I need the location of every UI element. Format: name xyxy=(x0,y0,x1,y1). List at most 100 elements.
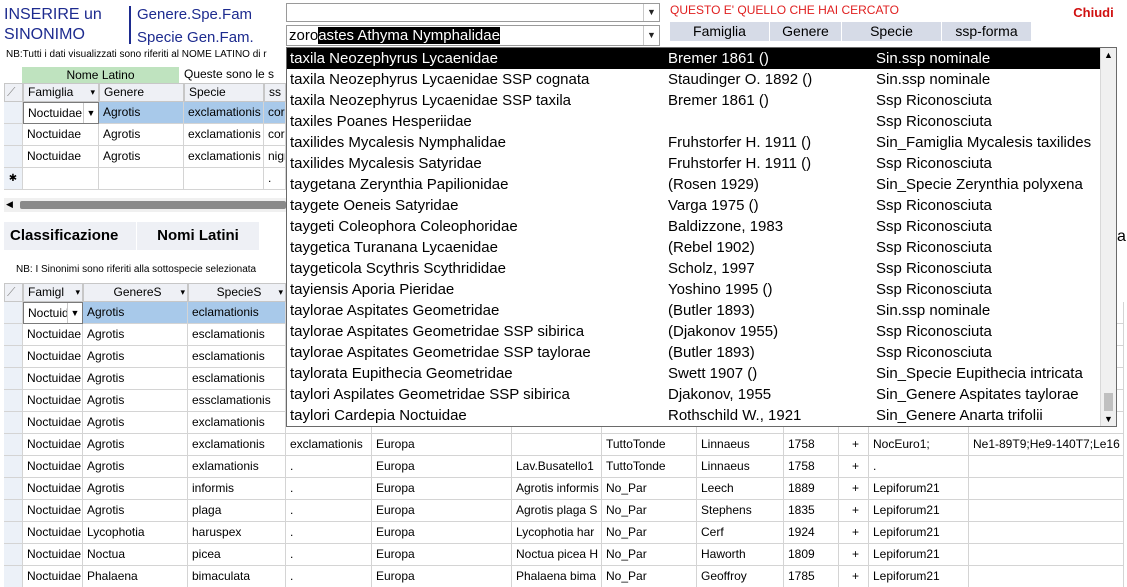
cell-area[interactable]: Europa xyxy=(372,500,512,522)
chevron-down-icon[interactable]: ▼ xyxy=(643,4,659,21)
cell-famiglia[interactable]: Noctuidae xyxy=(23,566,83,587)
cell-specie[interactable]: plaga xyxy=(188,500,286,522)
cell-genere[interactable]: Agrotis xyxy=(99,146,184,168)
col-famiglia[interactable]: Famiglia ▾ xyxy=(23,83,99,102)
cell-specie[interactable]: exclamationis xyxy=(184,146,264,168)
cell-genere[interactable]: Noctua xyxy=(83,544,188,566)
cell-sottospecie[interactable]: . xyxy=(286,500,372,522)
table-row[interactable]: Noctuidae Agrotis exclamationis cor xyxy=(4,124,286,146)
cell-note[interactable] xyxy=(969,544,1124,566)
cell-ssp[interactable]: cor xyxy=(264,102,286,124)
col-specie-s[interactable]: SpecieS ▾ xyxy=(188,283,286,302)
cell-genere[interactable]: Lycophotia xyxy=(83,522,188,544)
filter-icon[interactable]: ▾ xyxy=(180,284,185,301)
cell-riferimento[interactable]: Lav.Busatello1 xyxy=(512,456,602,478)
dropdown-item[interactable]: taxilides Mycalesis Satyridae Fruhstorfer… xyxy=(287,153,1100,174)
cell-specie[interactable]: informis xyxy=(188,478,286,500)
cell-famiglia[interactable]: Noctuidae xyxy=(23,412,83,434)
row-selector[interactable] xyxy=(4,368,23,390)
col-specie[interactable]: Specie xyxy=(184,83,264,102)
cell-autore[interactable]: Stephens xyxy=(697,500,784,522)
cell-specie[interactable]: esclamationis xyxy=(188,346,286,368)
genere-combo[interactable]: ▼ xyxy=(286,3,660,22)
new-record-row[interactable]: ✱ . xyxy=(4,168,286,190)
table-row[interactable]: Noctuidae ▼ Agrotis exclamationis cor xyxy=(4,102,286,124)
cell-riferimento[interactable]: Lycophotia har xyxy=(512,522,602,544)
tab-famiglia[interactable]: Famiglia xyxy=(670,22,770,41)
cell-genere[interactable]: Agrotis xyxy=(83,324,188,346)
cell-genere[interactable]: Agrotis xyxy=(99,124,184,146)
cell-fonte[interactable]: NocEuro1; xyxy=(869,434,969,456)
cell-specie[interactable]: exclamationis xyxy=(188,434,286,456)
cell-specie[interactable]: essclamationis xyxy=(188,390,286,412)
cell-sottospecie[interactable]: . xyxy=(286,456,372,478)
cell-area[interactable]: Europa xyxy=(372,456,512,478)
cell-specie[interactable]: bimaculata xyxy=(188,566,286,587)
cell-fonte[interactable]: Lepiforum21 xyxy=(869,478,969,500)
cell-specie[interactable]: exclamationis xyxy=(184,102,264,124)
cell-genere[interactable]: Agrotis xyxy=(83,412,188,434)
col-ssp[interactable]: ss xyxy=(264,83,286,102)
chevron-down-icon[interactable]: ▼ xyxy=(67,303,82,323)
cell-flag[interactable]: + xyxy=(839,434,869,456)
cell-riferimento[interactable]: Noctua picea H xyxy=(512,544,602,566)
row-selector[interactable] xyxy=(4,146,23,168)
dropdown-item[interactable]: taygete Oeneis Satyridae Varga 1975 () Ssp… xyxy=(287,195,1100,216)
cell-famiglia[interactable]: Noctuidae xyxy=(23,522,83,544)
cell-sottospecie[interactable]: . xyxy=(286,544,372,566)
col-genere[interactable]: Genere xyxy=(99,83,184,102)
cell-genere[interactable]: Agrotis xyxy=(83,478,188,500)
scroll-down-icon[interactable]: ▼ xyxy=(1104,414,1113,424)
dropdown-item[interactable]: taxiles Poanes Hesperiidae Ssp Riconosciu… xyxy=(287,111,1100,132)
cell-famiglia[interactable]: Noctuidae xyxy=(23,456,83,478)
dropdown-item[interactable]: taylorata Eupithecia Geometridae Swett 19… xyxy=(287,363,1100,384)
cell-ssp[interactable]: . xyxy=(264,168,286,190)
cell-riferimento[interactable] xyxy=(512,434,602,456)
cell-riferimento[interactable]: Phalaena bima xyxy=(512,566,602,587)
cell-flag[interactable]: + xyxy=(839,500,869,522)
cell-genere[interactable]: Agrotis xyxy=(99,102,184,124)
dropdown-item[interactable]: taylori Aspilates Geometridae SSP sibiri… xyxy=(287,384,1100,405)
dropdown-item[interactable]: taylorae Aspitates Geometridae SSP sibir… xyxy=(287,321,1100,342)
cell-specie[interactable]: eclamationis xyxy=(188,302,286,324)
cell-ssp[interactable]: nigr xyxy=(264,146,286,168)
cell-specie[interactable]: esclamationis xyxy=(188,324,286,346)
row-selector[interactable] xyxy=(4,434,23,456)
cell-fonte[interactable]: Lepiforum21 xyxy=(869,500,969,522)
cell-note[interactable] xyxy=(969,566,1124,587)
row-selector[interactable] xyxy=(4,390,23,412)
table-row[interactable]: Noctuidae Noctua picea. Europa Noctua picea … xyxy=(4,544,1127,566)
cell-tipo[interactable]: No_Par xyxy=(602,522,697,544)
cell-famiglia[interactable]: Noctuidae xyxy=(23,346,83,368)
cell-famiglia[interactable]: Noctuidae xyxy=(23,368,83,390)
cell-tipo[interactable]: No_Par xyxy=(602,500,697,522)
cell-tipo[interactable]: No_Par xyxy=(602,544,697,566)
cell-anno[interactable]: 1758 xyxy=(784,434,839,456)
table-row[interactable]: Noctuidae Agrotis informis. Europa Agrotis i… xyxy=(4,478,1127,500)
cell-fonte[interactable]: . xyxy=(869,456,969,478)
table-row[interactable]: Noctuidae Agrotis exlamationis. Europa Lav.B… xyxy=(4,456,1127,478)
cell-famiglia[interactable]: Noctuidae xyxy=(23,434,83,456)
dropdown-scrollbar[interactable]: ▲ ▼ xyxy=(1100,48,1116,426)
cell-note[interactable] xyxy=(969,500,1124,522)
cell-famiglia[interactable]: Noctuidae xyxy=(23,500,83,522)
cell-famiglia[interactable]: Noctuidae xyxy=(23,544,83,566)
table-row[interactable]: Noctuidae Agrotis plaga. Europa Agrotis plag… xyxy=(4,500,1127,522)
dropdown-item[interactable]: taygetana Zerynthia Papilionidae (Rosen 1… xyxy=(287,174,1100,195)
row-selector[interactable] xyxy=(4,302,23,324)
cell-famiglia[interactable]: Noctuidae xyxy=(23,146,99,168)
cell-famiglia[interactable]: Noctuidae xyxy=(23,124,99,146)
cell-riferimento[interactable]: Agrotis informis xyxy=(512,478,602,500)
cell-genere[interactable]: Phalaena xyxy=(83,566,188,587)
col-genere-s[interactable]: GenereS ▾ xyxy=(83,283,188,302)
cell-note[interactable] xyxy=(969,522,1124,544)
cell-autore[interactable]: Haworth xyxy=(697,544,784,566)
cell-genere[interactable]: Agrotis xyxy=(83,368,188,390)
cell-anno[interactable]: 1835 xyxy=(784,500,839,522)
dropdown-item[interactable]: tayiensis Aporia Pieridae Yoshino 1995 ()… xyxy=(287,279,1100,300)
filter-icon[interactable]: ▾ xyxy=(278,284,283,301)
dropdown-item[interactable]: taxilides Mycalesis Nymphalidae Fruhstorf… xyxy=(287,132,1100,153)
table-row[interactable]: Noctuidae Lycophotia haruspex. Europa Lycoph… xyxy=(4,522,1127,544)
cell-autore[interactable]: Linnaeus xyxy=(697,456,784,478)
tab-ssp-forma[interactable]: ssp-forma xyxy=(942,22,1032,41)
